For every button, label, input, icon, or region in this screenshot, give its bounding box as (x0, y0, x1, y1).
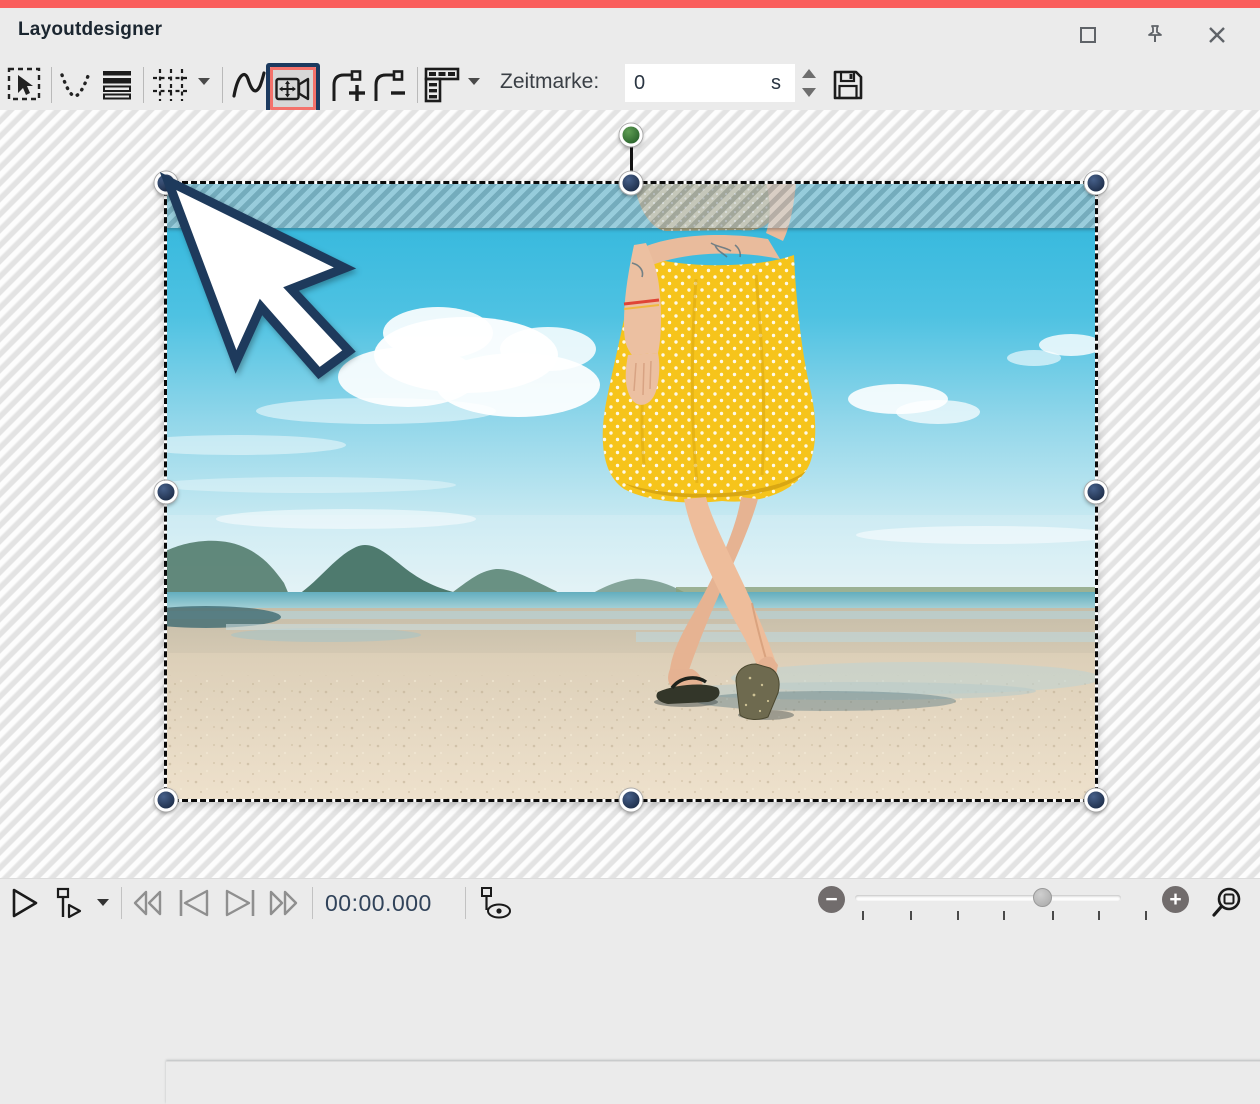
play-icon (10, 887, 40, 919)
add-camera-pan-icon (327, 67, 367, 103)
zeitmarke-field: s (625, 64, 795, 102)
grid-tool-button[interactable] (150, 62, 192, 108)
slider-tick (1145, 911, 1147, 920)
rotation-handle[interactable] (620, 124, 643, 147)
transport-bar: 00:00.000 − + (0, 878, 1260, 927)
zeitmarke-unit: s (771, 72, 795, 95)
skip-to-start-button[interactable] (174, 886, 214, 920)
transport-divider (312, 887, 313, 919)
camera-pan-button[interactable] (266, 63, 320, 114)
zoom-in-button[interactable]: + (1162, 886, 1189, 913)
handle-top-right[interactable] (1085, 172, 1108, 195)
slider-tick (1003, 911, 1005, 920)
play-from-marker-icon (54, 886, 88, 920)
grid-dropdown-caret[interactable] (198, 78, 210, 85)
slider-tick (1098, 911, 1100, 920)
text-layout-button[interactable] (422, 62, 462, 108)
slider-tick (862, 911, 864, 920)
arrange-layers-icon (100, 69, 134, 101)
skip-to-end-icon (222, 888, 258, 918)
remove-camera-pan-icon (369, 67, 409, 103)
slider-tick (910, 911, 912, 920)
marker-visibility-button[interactable] (476, 885, 516, 921)
transport-divider (121, 887, 122, 919)
layout-canvas[interactable] (0, 110, 1260, 878)
spinner-down-icon[interactable] (802, 88, 816, 97)
toolbar-divider (143, 67, 144, 103)
skip-to-start-icon (176, 888, 212, 918)
fast-forward-icon (266, 889, 300, 917)
slider-tick (1052, 911, 1054, 920)
toolbar-divider (222, 67, 223, 103)
fast-forward-button[interactable] (264, 887, 302, 919)
play-from-marker-button[interactable] (52, 885, 90, 921)
handle-top-center[interactable] (620, 172, 643, 195)
maximize-icon (1079, 26, 1097, 44)
overscan-stripe-bottom (166, 1061, 1260, 1104)
play-button[interactable] (8, 886, 42, 920)
handle-bottom-right[interactable] (1085, 789, 1108, 812)
save-button[interactable] (829, 62, 867, 108)
zoom-slider-track[interactable] (855, 895, 1121, 901)
zoom-slider-thumb[interactable] (1033, 888, 1052, 907)
rewind-icon (131, 889, 165, 917)
skip-to-end-button[interactable] (220, 886, 260, 920)
play-options-caret[interactable] (97, 899, 109, 906)
handle-bottom-center[interactable] (620, 789, 643, 812)
close-icon (1208, 26, 1226, 44)
title-bar: Layoutdesigner (0, 8, 1260, 58)
remove-camera-pan-button[interactable] (368, 62, 410, 108)
time-display: 00:00.000 (325, 890, 432, 917)
marker-eye-icon (478, 886, 514, 920)
slider-tick (957, 911, 959, 920)
save-floppy-icon (832, 69, 864, 101)
plus-icon: + (1169, 889, 1181, 910)
zoom-fit-button[interactable] (1208, 885, 1248, 921)
arrange-layers-button[interactable] (98, 62, 136, 108)
spinner-up-icon[interactable] (802, 69, 816, 78)
toolbar: Zeitmarke: s (0, 58, 1260, 110)
handle-middle-right[interactable] (1085, 481, 1108, 504)
motion-path-button[interactable] (230, 62, 268, 108)
grid-icon (152, 67, 190, 103)
handle-bottom-left[interactable] (155, 789, 178, 812)
rewind-button[interactable] (130, 887, 166, 919)
transport-divider (465, 887, 466, 919)
window-accent-bar (0, 0, 1260, 8)
layoutdesigner-window: { "window": { "title": "Layoutdesigner",… (0, 0, 1260, 927)
pin-icon (1145, 24, 1165, 46)
add-camera-pan-button[interactable] (326, 62, 368, 108)
zoom-out-button[interactable]: − (818, 886, 845, 913)
select-tool-button[interactable] (5, 62, 45, 108)
toolbar-divider (417, 67, 418, 103)
window-title: Layoutdesigner (18, 19, 162, 41)
maximize-button[interactable] (1071, 20, 1105, 50)
toolbar-divider (51, 67, 52, 103)
text-layout-icon (424, 67, 460, 103)
pin-button[interactable] (1138, 20, 1172, 50)
motion-path-icon (231, 66, 267, 104)
smooth-path-button[interactable] (56, 62, 94, 108)
camera-pan-button-inner (270, 67, 316, 110)
minus-icon: − (825, 889, 837, 910)
mouse-cursor-graphic (146, 162, 366, 382)
camera-pan-icon (275, 75, 311, 103)
handle-middle-left[interactable] (155, 481, 178, 504)
close-button[interactable] (1200, 20, 1234, 50)
select-tool-icon (7, 67, 43, 103)
zeitmarke-spinner (799, 66, 819, 100)
text-layout-dropdown-caret[interactable] (468, 78, 480, 85)
zeitmarke-input[interactable] (625, 71, 771, 96)
smooth-path-icon (58, 69, 92, 101)
zoom-fit-icon (1210, 885, 1246, 921)
zeitmarke-label: Zeitmarke: (500, 70, 599, 94)
